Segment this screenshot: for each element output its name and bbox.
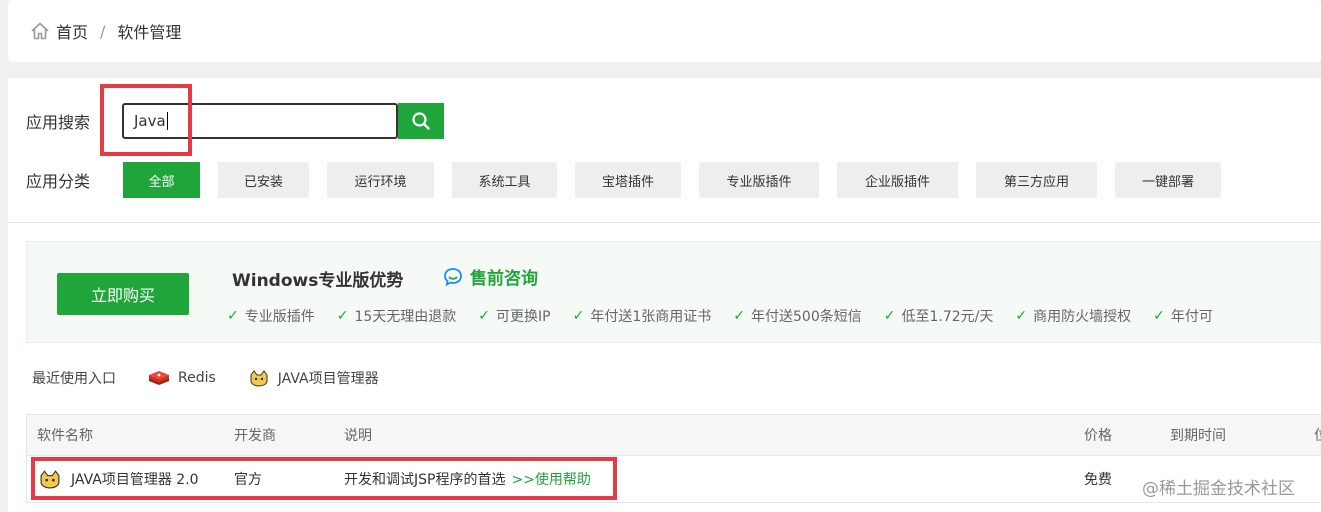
redis-icon — [149, 371, 169, 385]
promo-title: Windows专业版优势 — [232, 271, 404, 291]
feature-label: 专业版插件 — [244, 309, 315, 325]
category-installed[interactable]: 已安装 — [218, 162, 309, 198]
feature-item: ✓ 年付送1张商用证书 — [573, 306, 712, 326]
breadcrumb-separator: / — [100, 21, 106, 41]
check-icon: ✓ — [336, 308, 349, 324]
recent-item-label: Redis — [178, 370, 216, 386]
header-name: 软件名称 — [37, 428, 93, 444]
recent-entries: 最近使用入口 Redis JAVA项目管理器 — [32, 368, 379, 388]
price-cell: 免费 — [1084, 472, 1112, 488]
tomcat-icon — [250, 370, 268, 387]
feature-label: 年付送500条短信 — [751, 309, 862, 325]
recent-item-redis[interactable]: Redis — [148, 369, 216, 387]
highlight-frame-search — [100, 84, 192, 156]
check-icon: ✓ — [883, 308, 896, 324]
feature-item: ✓ 低至1.72元/天 — [884, 306, 994, 326]
feature-item: ✓ 年付送500条短信 — [733, 306, 861, 326]
search-button[interactable] — [398, 103, 444, 139]
watermark: @稀土掘金技术社区 — [1142, 479, 1295, 499]
category-runtime[interactable]: 运行环境 — [327, 162, 434, 198]
section-divider — [8, 222, 1321, 223]
buy-now-button[interactable]: 立即购买 — [57, 273, 189, 315]
breadcrumb: 首页 / 软件管理 — [8, 0, 1321, 62]
category-third-party[interactable]: 第三方应用 — [976, 162, 1097, 198]
promo-banner: 立即购买 Windows专业版优势 售前咨询 ✓ 专业版插件 ✓ 15天无理由退款 … — [26, 241, 1321, 343]
home-icon[interactable] — [30, 21, 50, 41]
feature-label: 商用防火墙授权 — [1033, 309, 1132, 325]
category-system-tools[interactable]: 系统工具 — [452, 162, 557, 198]
header-price: 价格 — [1084, 428, 1112, 444]
highlight-frame-row — [31, 457, 617, 500]
software-panel: 应用搜索 Java 应用分类 全部 已安装 运行环境 系统工具 宝塔插件 专业版… — [8, 78, 1321, 512]
category-list: 全部 已安装 运行环境 系统工具 宝塔插件 专业版插件 企业版插件 第三方应用 … — [123, 162, 1221, 198]
chat-bubble-icon — [444, 267, 462, 286]
feature-item: ✓ 商用防火墙授权 — [1015, 306, 1131, 326]
breadcrumb-home[interactable]: 首页 — [56, 19, 88, 43]
feature-label: 年付送1张商用证书 — [590, 309, 712, 325]
search-icon — [412, 112, 430, 130]
promo-features: ✓ 专业版插件 ✓ 15天无理由退款 ✓ 可更换IP ✓ 年付送1张商用证书 ✓ 年付送5… — [227, 306, 1213, 326]
check-icon: ✓ — [1015, 308, 1028, 324]
feature-label: 15天无理由退款 — [354, 309, 457, 325]
feature-item: ✓ 15天无理由退款 — [337, 306, 457, 326]
search-row: 应用搜索 Java — [26, 103, 444, 139]
table-header: 软件名称 开发商 说明 价格 到期时间 位 — [27, 415, 1321, 456]
check-icon: ✓ — [227, 308, 239, 324]
feature-label: 可更换IP — [496, 309, 551, 325]
header-description: 说明 — [344, 428, 372, 444]
recent-label: 最近使用入口 — [32, 371, 116, 387]
check-icon: ✓ — [572, 308, 585, 324]
category-bt-plugins[interactable]: 宝塔插件 — [575, 162, 681, 198]
check-icon: ✓ — [733, 308, 745, 324]
header-position: 位 — [1314, 425, 1321, 445]
check-icon: ✓ — [1153, 308, 1165, 324]
breadcrumb-current: 软件管理 — [117, 23, 182, 42]
feature-item: ✓ 专业版插件 — [227, 306, 315, 326]
feature-item: ✓ 年付可 — [1153, 306, 1213, 326]
recent-item-java-manager[interactable]: JAVA项目管理器 — [248, 368, 379, 388]
category-label: 应用分类 — [26, 172, 91, 191]
presale-consult-link[interactable]: 售前咨询 — [442, 264, 538, 289]
feature-item: ✓ 可更换IP — [478, 306, 550, 326]
header-developer: 开发商 — [234, 428, 276, 444]
category-all[interactable]: 全部 — [123, 162, 200, 198]
feature-label: 低至1.72元/天 — [901, 309, 994, 325]
presale-consult-label: 售前咨询 — [470, 269, 538, 289]
category-enterprise-plugins[interactable]: 企业版插件 — [837, 162, 958, 198]
category-row: 应用分类 全部 已安装 运行环境 系统工具 宝塔插件 专业版插件 企业版插件 第… — [26, 162, 1221, 198]
header-expiry: 到期时间 — [1170, 428, 1226, 444]
check-icon: ✓ — [478, 308, 491, 324]
recent-item-label: JAVA项目管理器 — [277, 371, 379, 387]
category-pro-plugins[interactable]: 专业版插件 — [699, 162, 819, 198]
category-one-click-deploy[interactable]: 一键部署 — [1115, 162, 1221, 198]
feature-label: 年付可 — [1170, 309, 1213, 325]
